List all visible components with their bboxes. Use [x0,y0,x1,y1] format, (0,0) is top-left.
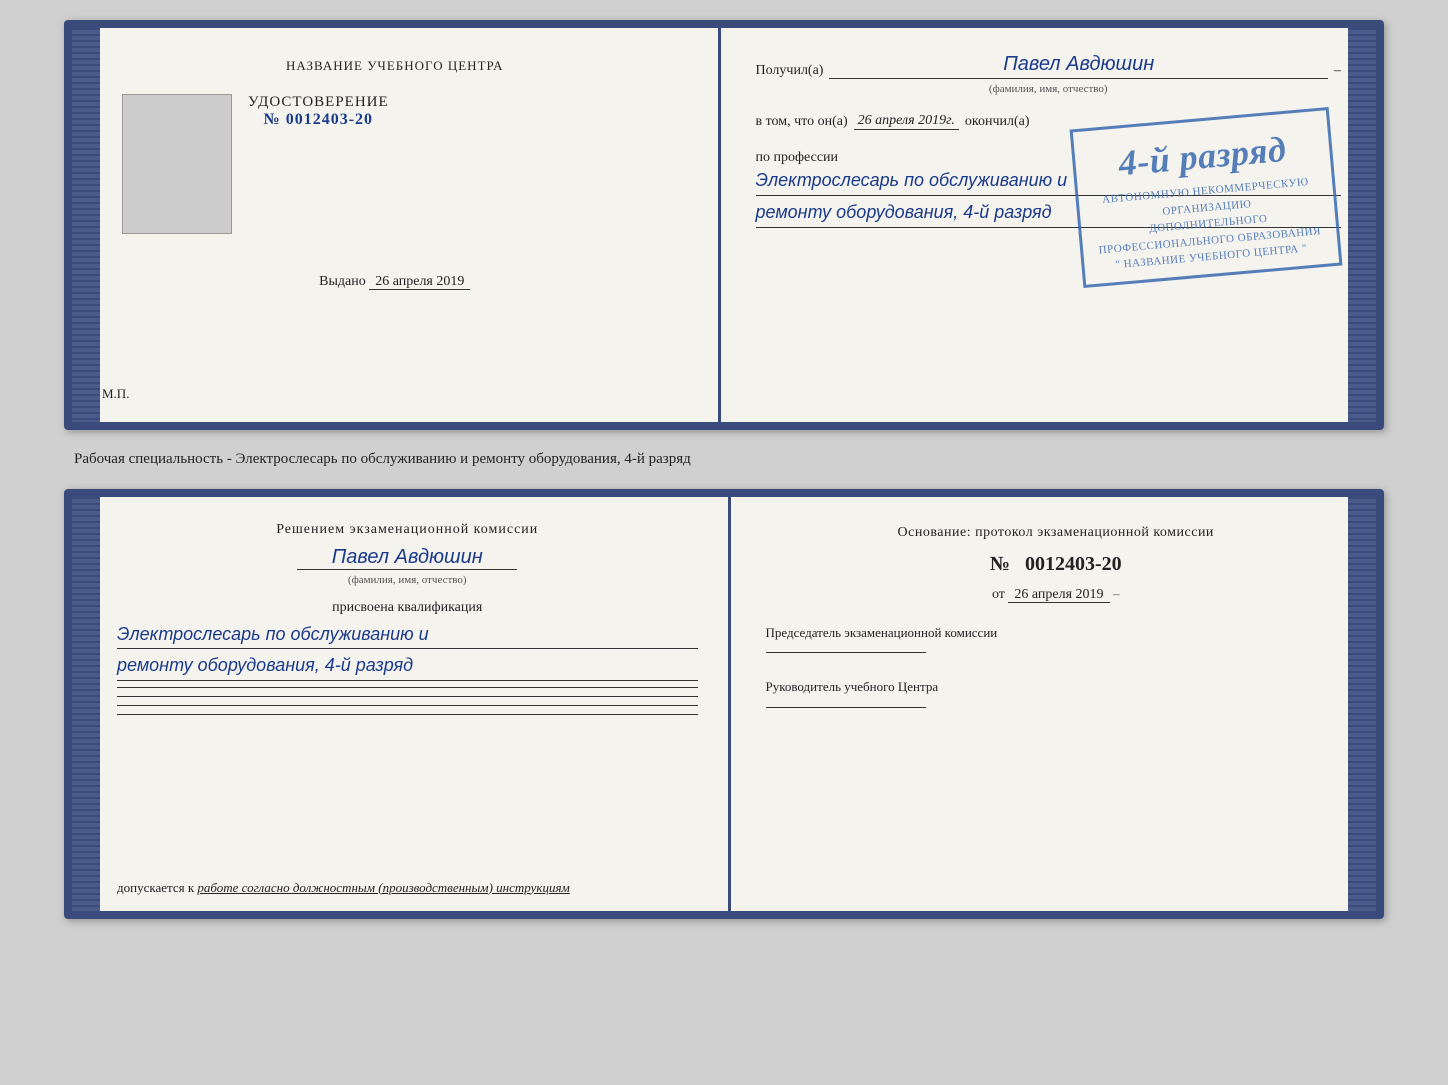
poluchil-block: Получил(a) Павел Авдюшин – (фамилия, имя… [756,53,1342,101]
person-block-bottom: Павел Авдюшин (фамилия, имя, отчество) [117,546,698,592]
cert-top-left: НАЗВАНИЕ УЧЕБНОГО ЦЕНТРА УДОСТОВЕРЕНИЕ №… [72,28,721,422]
kvalif-name: Электрослесарь по обслуживанию и ремонту… [117,620,698,684]
fio-subtitle-bottom: (фамилия, имя, отчество) [348,574,467,586]
separator1 [117,687,698,688]
top-certificate: НАЗВАНИЕ УЧЕБНОГО ЦЕНТРА УДОСТОВЕРЕНИЕ №… [64,20,1384,430]
cert-bottom-left: Решением экзаменационной комиссии Павел … [72,497,731,911]
vtom-date: 26 апреля 2019г. [854,113,959,130]
vydano-line: Выдано 26 апреля 2019 [319,274,470,290]
fio-subtitle-top: (фамилия, имя, отчество) [756,83,1342,95]
separator2 [117,696,698,697]
top-left-title: НАЗВАНИЕ УЧЕБНОГО ЦЕНТРА [286,58,503,74]
poluchil-label: Получил(a) [756,63,824,79]
middle-label: Рабочая специальность - Электрослесарь п… [64,448,1384,471]
person-name-bottom: Павел Авдюшин [297,546,517,570]
vydano-date: 26 апреля 2019 [369,274,470,290]
separator4 [117,714,698,715]
predsedatel-label: Председатель экзаменационной комиссии [766,623,1347,643]
person-name-top: Павел Авдюшин [829,53,1328,79]
ot-date: от 26 апреля 2019 – [766,586,1347,603]
middle-label-text: Рабочая специальность - Электрослесарь п… [74,451,691,467]
osnovanie-title: Основание: протокол экзаменационной коми… [766,522,1347,543]
rukovoditel-block: Руководитель учебного Центра [766,677,1347,710]
stamp-overlay: 4-й разряд АВТОНОМНУЮ НЕКОММЕРЧЕСКУЮ ОРГ… [1070,107,1343,288]
separator3 [117,705,698,706]
udostoverenie-block: УДОСТОВЕРЕНИЕ № 0012403-20 [248,94,389,129]
resheniem-title: Решением экзаменационной комиссии [117,522,698,538]
rukovoditel-signature-line [766,707,926,708]
vydano-label: Выдано [319,274,366,289]
kvalif-line2: ремонту оборудования, 4-й разряд [117,651,698,681]
okonchil-label: окончил(a) [965,114,1030,130]
ot-prefix: от [992,587,1005,602]
kvalif-line1: Электрослесарь по обслуживанию и [117,620,698,650]
page-wrapper: НАЗВАНИЕ УЧЕБНОГО ЦЕНТРА УДОСТОВЕРЕНИЕ №… [0,0,1448,1085]
dopuskaetsya-text: работе согласно должностным (производств… [197,880,569,895]
vtom-label: в том, что он(a) [756,114,848,130]
predsedatel-block: Председатель экзаменационной комиссии [766,623,1347,656]
ot-date-value: 26 апреля 2019 [1008,587,1109,603]
predsedatel-signature-line [766,652,926,653]
dopuskaetsya-prefix: допускается к [117,880,194,895]
mp-label: М.П. [102,386,129,402]
photo-placeholder [122,94,232,234]
cert-bottom-right: Основание: протокол экзаменационной коми… [731,497,1377,911]
protocol-number-value: 0012403-20 [1025,553,1122,575]
bottom-certificate: Решением экзаменационной комиссии Павел … [64,489,1384,919]
right-marks-bottom: – – – и а ← – – – – [1354,497,1376,911]
poluchil-line: Получил(a) Павел Авдюшин – [756,53,1342,79]
doc-number: № 0012403-20 [248,111,389,129]
udostoverenie-title: УДОСТОВЕРЕНИЕ [248,94,389,111]
dopuskaetsya-block: допускается к работе согласно должностны… [117,880,698,896]
rukovoditel-label: Руководитель учебного Центра [766,677,1347,697]
protocol-number-prefix: № [990,553,1010,575]
cert-top-right: Получил(a) Павел Авдюшин – (фамилия, имя… [721,28,1377,422]
prisvoena-label: присвоена квалификация [117,600,698,616]
protocol-number: № 0012403-20 [766,553,1347,576]
number-prefix: № [264,111,281,128]
number-value: 0012403-20 [286,111,373,128]
right-marks-top: – – и а ← – – [1354,28,1376,422]
